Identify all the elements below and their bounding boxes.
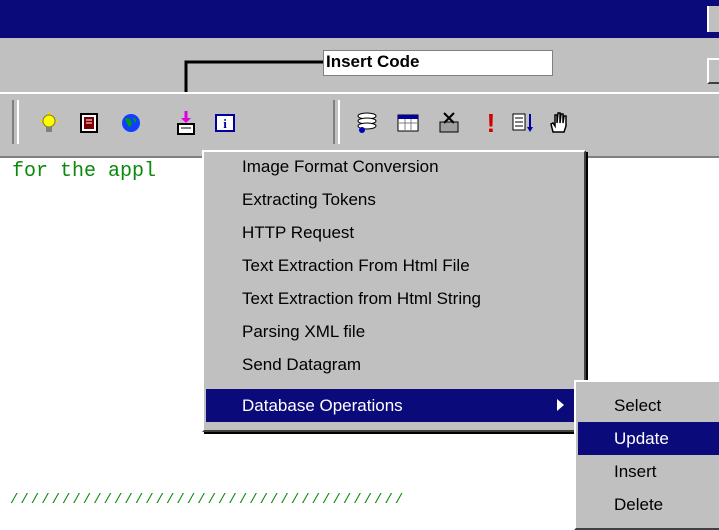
submenu-item-delete[interactable]: Delete — [578, 488, 719, 521]
menu-item-parsing-xml[interactable]: Parsing XML file — [206, 315, 578, 348]
menu-item-text-extraction-file[interactable]: Text Extraction From Html File — [206, 249, 578, 282]
book-icon[interactable] — [76, 110, 102, 136]
submenu-arrow-icon — [557, 399, 564, 411]
toolbar-separator — [333, 100, 340, 144]
menu-item-text-extraction-string[interactable]: Text Extraction from Html String — [206, 282, 578, 315]
info-icon[interactable]: i — [212, 110, 238, 136]
submenu-item-select[interactable]: Select — [578, 389, 719, 422]
submenu-item-update[interactable]: Update — [578, 422, 719, 455]
menu-item-image-format-conversion[interactable]: Image Format Conversion — [206, 150, 578, 183]
database-icon[interactable] — [354, 110, 380, 136]
code-line: for the appl — [12, 160, 157, 183]
menu-item-http-request[interactable]: HTTP Request — [206, 216, 578, 249]
delete-table-icon[interactable] — [436, 110, 462, 136]
insert-code-icon[interactable] — [173, 110, 199, 136]
toolbar-separator — [12, 100, 19, 144]
menu-item-extracting-tokens[interactable]: Extracting Tokens — [206, 183, 578, 216]
lightbulb-icon[interactable] — [36, 110, 62, 136]
calendar-icon[interactable] — [395, 110, 421, 136]
svg-text:i: i — [223, 116, 227, 131]
hand-icon[interactable] — [546, 110, 572, 136]
globe-icon[interactable] — [118, 110, 144, 136]
sort-icon[interactable] — [510, 110, 536, 136]
submenu-item-insert[interactable]: Insert — [578, 455, 719, 488]
menu-item-database-operations[interactable]: Database Operations — [206, 389, 578, 422]
comment-line: ////////////////////////////////////// — [10, 492, 406, 508]
menu-item-send-datagram[interactable]: Send Datagram — [206, 348, 578, 381]
exclamation-icon[interactable]: ! — [478, 110, 504, 136]
